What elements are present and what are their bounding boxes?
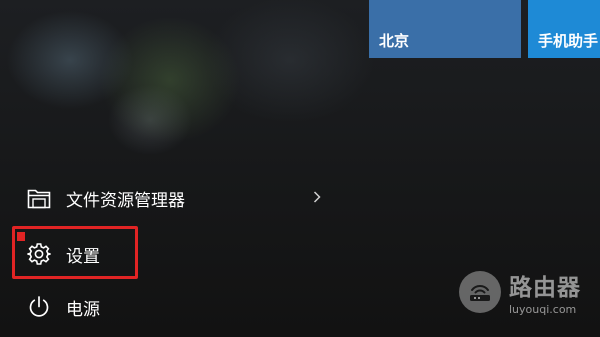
folder-icon [26, 185, 52, 211]
tile-beijing-label: 北京 [379, 32, 410, 50]
watermark-title: 路由器 [509, 275, 581, 301]
menu-item-file-explorer[interactable]: 文件资源管理器 [14, 176, 334, 220]
tile-beijing[interactable]: 北京 [369, 0, 521, 58]
chevron-right-icon[interactable] [310, 188, 324, 206]
watermark: 路由器 luyouqi.com [459, 262, 595, 322]
tile-phone-assistant[interactable]: 手机助手 [528, 0, 600, 58]
menu-item-file-explorer-label: 文件资源管理器 [66, 190, 185, 211]
red-corner-marker [17, 232, 25, 241]
menu-item-power[interactable]: 电源 [14, 285, 334, 329]
tile-phone-assistant-label: 手机助手 [538, 32, 599, 50]
power-icon [26, 294, 52, 320]
watermark-url: luyouqi.com [509, 303, 577, 316]
router-logo-icon [459, 271, 501, 313]
menu-item-power-label: 电源 [66, 299, 100, 320]
settings-highlight-box [12, 226, 138, 279]
